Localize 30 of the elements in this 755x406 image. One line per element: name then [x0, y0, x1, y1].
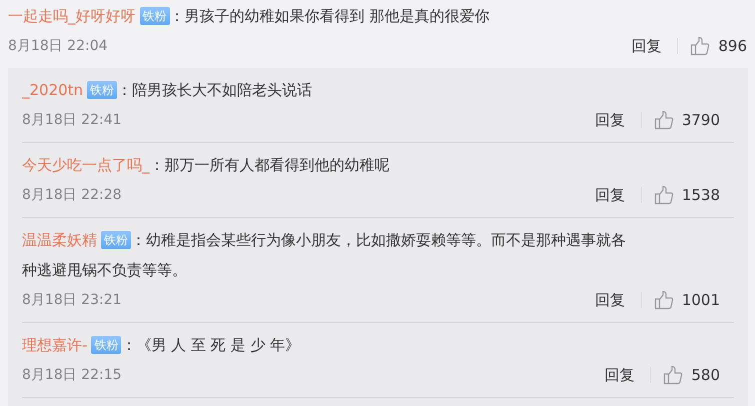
reply-text: ：《男 人 至 死 是 少 年》: [121, 336, 300, 354]
reply-link[interactable]: 回复: [594, 290, 625, 310]
reply-time: 8月18日 23:21: [22, 291, 122, 309]
thumbs-up-icon[interactable]: [654, 290, 674, 310]
like-count: 3790: [682, 111, 720, 129]
reply-link[interactable]: 回复: [631, 36, 662, 56]
reply-link[interactable]: 回复: [604, 366, 634, 384]
reply-time: 8月18日 22:28: [22, 186, 122, 204]
reply-text: ：那万一所有人都看得到他的幼稚呢: [150, 156, 390, 174]
reply-time: 8月18日 22:15: [22, 366, 122, 384]
reply-link[interactable]: 回复: [594, 186, 625, 204]
reply-text: ：陪男孩长大不如陪老头说话: [117, 81, 312, 99]
reply-text: 种逃避甩锅不负责等等。: [22, 261, 187, 279]
thumbs-up-icon[interactable]: [690, 36, 710, 56]
reply-link[interactable]: 回复: [594, 110, 625, 130]
thumbs-up-icon[interactable]: [654, 185, 674, 205]
like-count: 896: [718, 37, 747, 55]
thumbs-up-icon[interactable]: [663, 365, 684, 385]
like-count: 580: [691, 366, 720, 384]
comment-text: ：男孩子的幼稚如果你看得到 那他是真的很爱你: [170, 7, 490, 25]
like-count: 1538: [682, 186, 720, 204]
fan-badge: 铁粉: [87, 81, 118, 99]
reply-text: ：幼稚是指会某些行为像小朋友，比如撒娇耍赖等等。而不是那种遇事就各: [131, 231, 626, 249]
reply-time: 8月18日 22:41: [22, 111, 122, 129]
fan-badge: 铁粉: [140, 7, 170, 25]
thumbs-up-icon[interactable]: [654, 110, 674, 130]
like-count: 1001: [682, 291, 720, 309]
comment-time: 8月18日 22:04: [8, 37, 108, 55]
fan-badge: 铁粉: [101, 231, 131, 249]
fan-badge: 铁粉: [91, 336, 122, 354]
